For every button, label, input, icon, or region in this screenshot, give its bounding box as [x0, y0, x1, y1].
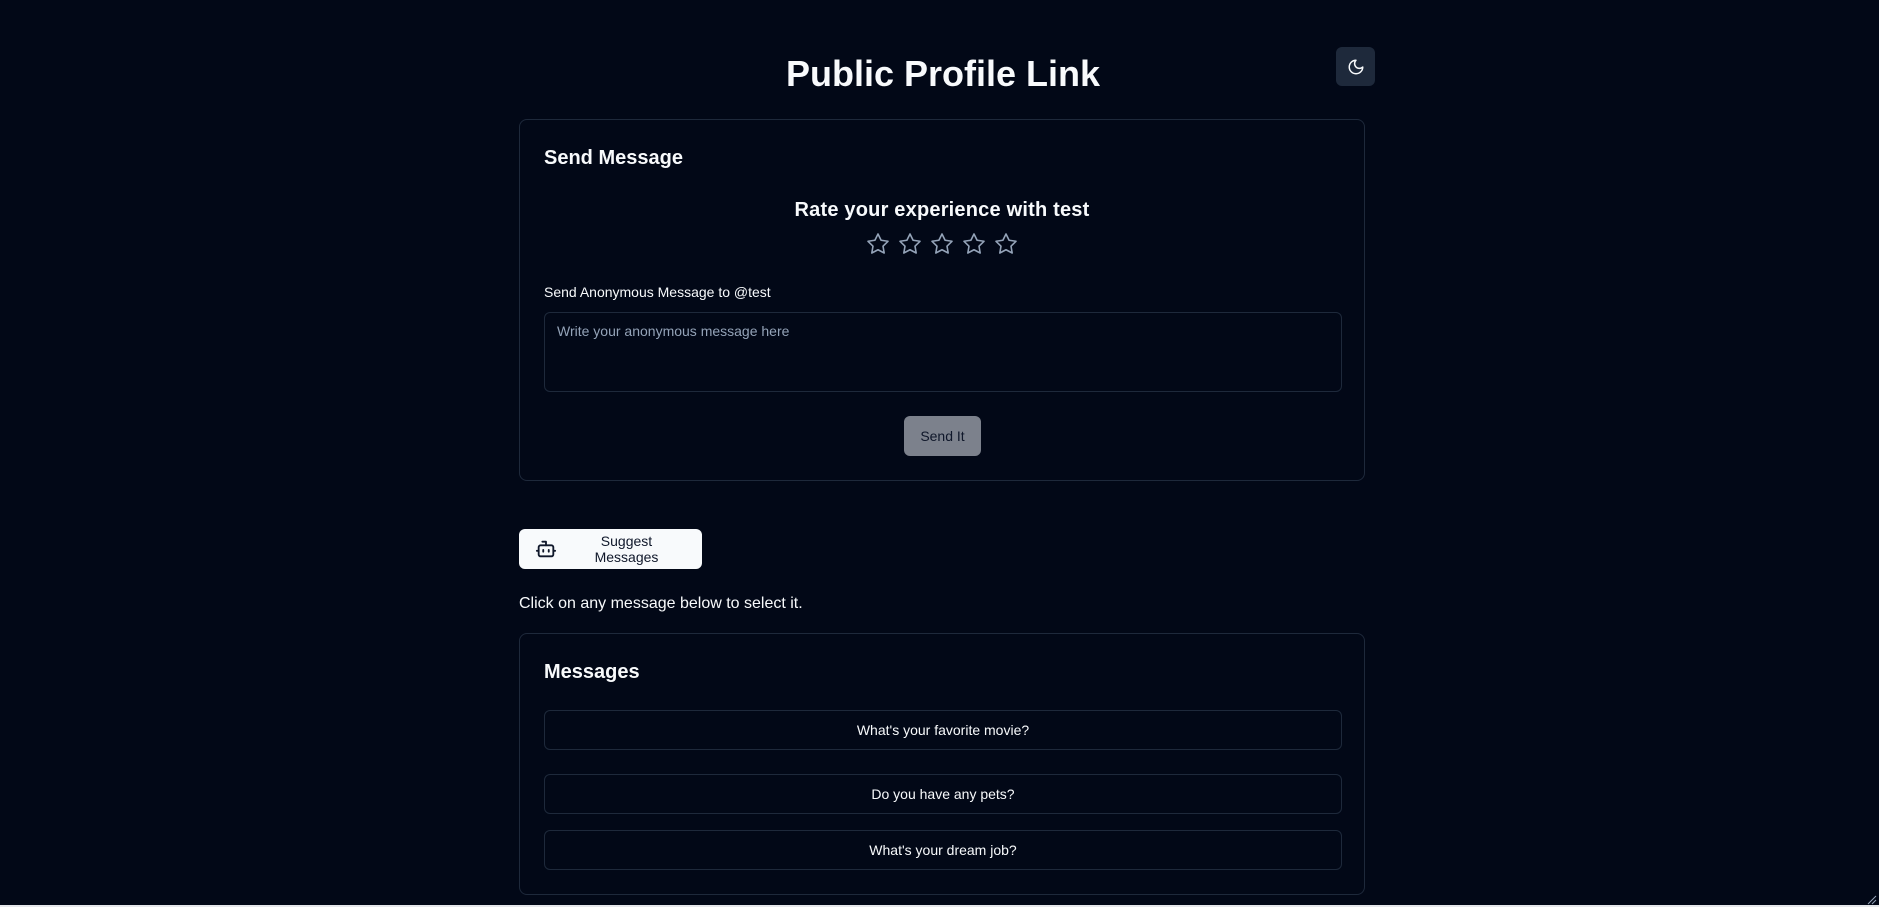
suggested-message-item[interactable]: What's your favorite movie? [544, 710, 1342, 750]
moon-icon [1348, 59, 1363, 74]
page-title: Public Profile Link [785, 53, 1101, 94]
suggested-message-item[interactable]: What's your dream job? [544, 830, 1342, 870]
bot-icon [535, 540, 557, 558]
star-icon[interactable] [930, 232, 954, 256]
send-message-title: Send Message [544, 147, 683, 169]
anonymous-message-input[interactable] [544, 312, 1342, 392]
public-profile-page: Public Profile Link Send Message Rate yo… [0, 0, 1879, 907]
suggested-message-item[interactable]: Do you have any pets? [544, 774, 1342, 814]
star-icon[interactable] [994, 232, 1018, 256]
send-it-button[interactable]: Send It [904, 416, 981, 456]
star-icon[interactable] [898, 232, 922, 256]
star-rating [520, 232, 1364, 256]
star-icon[interactable] [962, 232, 986, 256]
send-message-card: Send Message Rate your experience with t… [519, 119, 1365, 481]
rating-heading: Rate your experience with test [794, 199, 1090, 221]
helper-text: Click on any message below to select it. [519, 595, 803, 612]
messages-card: Messages What's your favorite movie? Do … [519, 633, 1365, 895]
message-field-label: Send Anonymous Message to @test [544, 284, 771, 300]
suggest-messages-button[interactable]: Suggest Messages [519, 529, 702, 569]
theme-toggle-button[interactable] [1336, 47, 1375, 86]
star-icon[interactable] [866, 232, 890, 256]
messages-title: Messages [544, 661, 640, 683]
resize-handle-icon[interactable] [1867, 895, 1877, 905]
suggest-messages-label: Suggest Messages [594, 533, 659, 565]
